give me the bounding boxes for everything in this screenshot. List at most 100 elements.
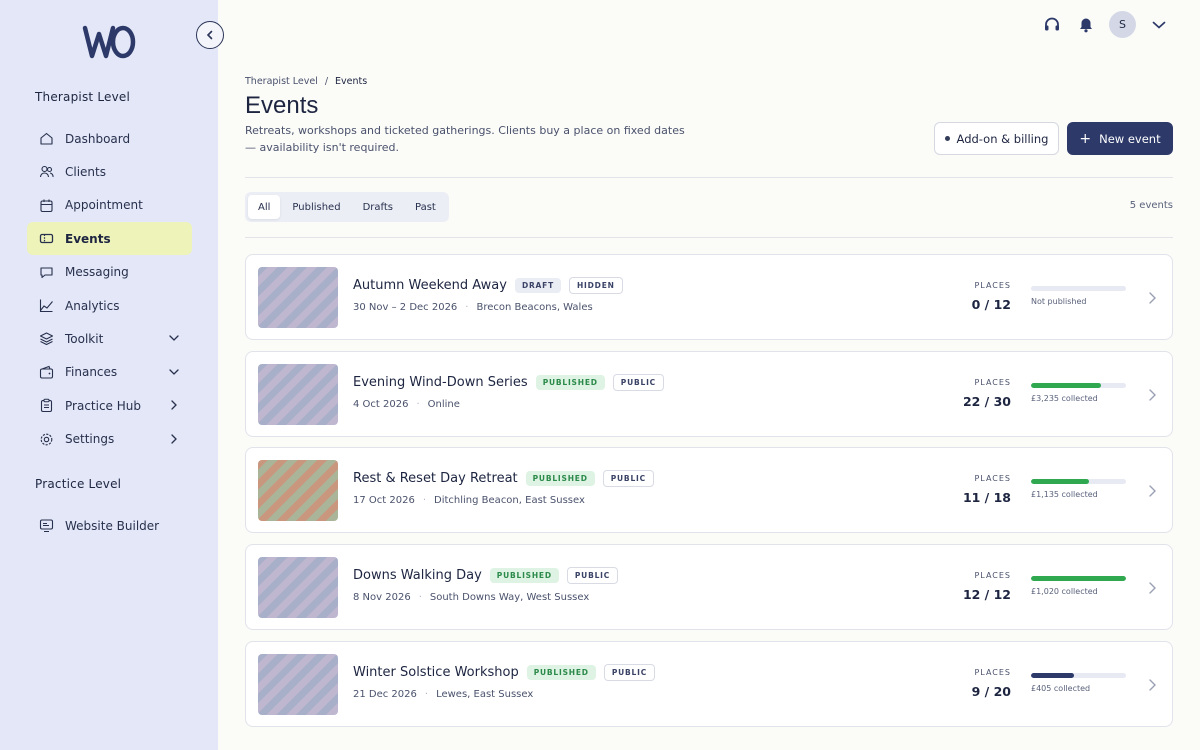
event-title: Winter Solstice Workshop (353, 664, 519, 680)
event-card[interactable]: Winter Solstice Workshop PUBLISHED PUBLIC 2… (245, 640, 1173, 727)
event-location: Ditchling Beacon, East Sussex (434, 495, 585, 507)
sidebar-item-label: Practice Hub (65, 398, 141, 413)
chevron-down-icon[interactable] (1148, 14, 1170, 36)
places-label: PLACES (974, 571, 1011, 581)
event-card[interactable]: Autumn Weekend Away DRAFT HIDDEN 30 Nov – 2… (245, 254, 1173, 340)
sidebar-item-finances[interactable]: Finances (27, 356, 192, 389)
new-event-button[interactable]: + New event (1067, 122, 1173, 155)
sidebar-item-practice-hub[interactable]: Practice Hub (27, 389, 192, 422)
places-progress-bar (1031, 286, 1126, 291)
users-icon (39, 164, 54, 179)
collected-caption: £3,235 collected (1031, 393, 1098, 403)
page-title: Events (245, 92, 319, 119)
places-label: PLACES (974, 667, 1011, 677)
sidebar: Therapist Level Dashboard Clients Appointm… (0, 0, 224, 750)
chevron-down-icon (169, 369, 179, 375)
event-title: Evening Wind-Down Series (353, 374, 528, 390)
tab-all[interactable]: All (248, 195, 281, 219)
event-title: Rest & Reset Day Retreat (353, 471, 518, 487)
sidebar-item-appointment[interactable]: Appointment (27, 189, 192, 222)
event-meta: 17 Oct 2026 · Ditchling Beacon, East Susse… (353, 495, 585, 506)
places-progress-bar (1031, 479, 1126, 485)
sidebar-item-toolkit[interactable]: Toolkit (27, 322, 192, 355)
places-progress-fill (1031, 479, 1090, 485)
event-location: Lewes, East Sussex (436, 688, 534, 700)
sidebar-item-events[interactable]: Events (27, 222, 192, 256)
collected-caption: £1,020 collected (1031, 587, 1098, 597)
sidebar-item-analytics[interactable]: Analytics (27, 289, 192, 322)
sidebar-item-label: Toolkit (65, 331, 104, 346)
filter-tabs: All Published Drafts Past (245, 192, 449, 222)
meta-separator: · (418, 592, 422, 604)
sidebar-item-label: Finances (65, 365, 118, 380)
places-progress-bar (1031, 672, 1126, 678)
sidebar-item-label: Events (65, 231, 111, 246)
event-title-row: Rest & Reset Day Retreat PUBLISHED PUBLIC (353, 470, 654, 488)
event-meta: 30 Nov – 2 Dec 2026 · Brecon Beacons, Wale… (353, 302, 593, 313)
collapse-sidebar-button[interactable] (196, 21, 224, 49)
tab-past[interactable]: Past (405, 195, 446, 219)
event-date: 4 Oct 2026 (353, 398, 409, 410)
event-title-row: Evening Wind-Down Series PUBLISHED PUBLIC (353, 373, 664, 391)
sidebar-item-label: Analytics (65, 298, 120, 313)
places-value: 12 / 12 (962, 587, 1011, 603)
avatar[interactable]: S (1109, 11, 1136, 38)
event-title-row: Winter Solstice Workshop PUBLISHED PUBLIC (353, 663, 656, 681)
bell-icon[interactable] (1075, 14, 1097, 36)
places-value: 0 / 12 (971, 297, 1011, 312)
sidebar-item-clients[interactable]: Clients (27, 155, 192, 188)
event-title: Downs Walking Day (353, 568, 482, 584)
chevron-right-icon (1149, 582, 1156, 594)
wallet-icon (39, 365, 54, 380)
chevron-right-icon (171, 433, 177, 444)
status-badge: DRAFT (514, 278, 561, 293)
breadcrumb-separator: / (324, 76, 329, 87)
event-location: Brecon Beacons, Wales (476, 302, 593, 313)
event-thumbnail (258, 267, 338, 328)
event-date: 17 Oct 2026 (353, 495, 415, 507)
event-card[interactable]: Evening Wind-Down Series PUBLISHED PUBLIC 4… (245, 350, 1173, 437)
ticket-icon (39, 231, 54, 246)
tab-drafts[interactable]: Drafts (353, 195, 403, 219)
headset-icon[interactable] (1041, 14, 1063, 36)
calendar-icon (39, 198, 54, 213)
event-date: 8 Nov 2026 (353, 592, 411, 604)
sidebar-item-website-builder[interactable]: Website Builder (27, 509, 192, 542)
chat-icon (39, 265, 54, 280)
clipboard-icon (39, 398, 54, 413)
places-progress-bar (1031, 382, 1126, 388)
sidebar-item-settings[interactable]: Settings (27, 423, 192, 456)
practice-level-label: Practice Level (35, 477, 122, 491)
meta-separator: · (465, 302, 469, 313)
event-thumbnail (258, 363, 338, 425)
tab-published[interactable]: Published (282, 195, 350, 219)
event-date: 21 Dec 2026 (353, 688, 417, 700)
collected-caption: £405 collected (1031, 683, 1091, 693)
event-date: 30 Nov – 2 Dec 2026 (353, 302, 458, 313)
addon-billing-button[interactable]: Add-on & billing (934, 122, 1059, 155)
event-card[interactable]: Rest & Reset Day Retreat PUBLISHED PUBLIC 1… (245, 447, 1173, 534)
monitor-icon (39, 518, 54, 533)
chevron-right-icon (1149, 679, 1156, 691)
sidebar-item-label: Appointment (65, 198, 143, 213)
wo-logo[interactable] (82, 22, 136, 62)
places-value: 9 / 20 (971, 683, 1011, 699)
event-thumbnail (258, 653, 338, 715)
breadcrumb-therapist-level[interactable]: Therapist Level (245, 76, 318, 87)
top-bar: S (1041, 11, 1170, 38)
meta-separator: · (422, 495, 427, 507)
addon-billing-label: Add-on & billing (956, 131, 1049, 146)
event-location: South Downs Way, West Sussex (429, 592, 590, 604)
sidebar-item-messaging[interactable]: Messaging (27, 256, 192, 289)
plus-icon: + (1079, 130, 1092, 147)
places-progress-fill (1031, 672, 1074, 678)
places-progress-bar (1031, 576, 1126, 582)
event-title-row: Downs Walking Day PUBLISHED PUBLIC (353, 567, 619, 585)
places-value: 11 / 18 (962, 490, 1011, 506)
event-card[interactable]: Downs Walking Day PUBLISHED PUBLIC 8 Nov 20… (245, 544, 1173, 631)
sidebar-item-dashboard[interactable]: Dashboard (27, 122, 192, 155)
sidebar-item-label: Website Builder (65, 518, 160, 533)
event-meta: 4 Oct 2026 · Online (353, 399, 460, 410)
places-progress-fill (1031, 576, 1126, 582)
chevron-down-icon (169, 335, 179, 342)
